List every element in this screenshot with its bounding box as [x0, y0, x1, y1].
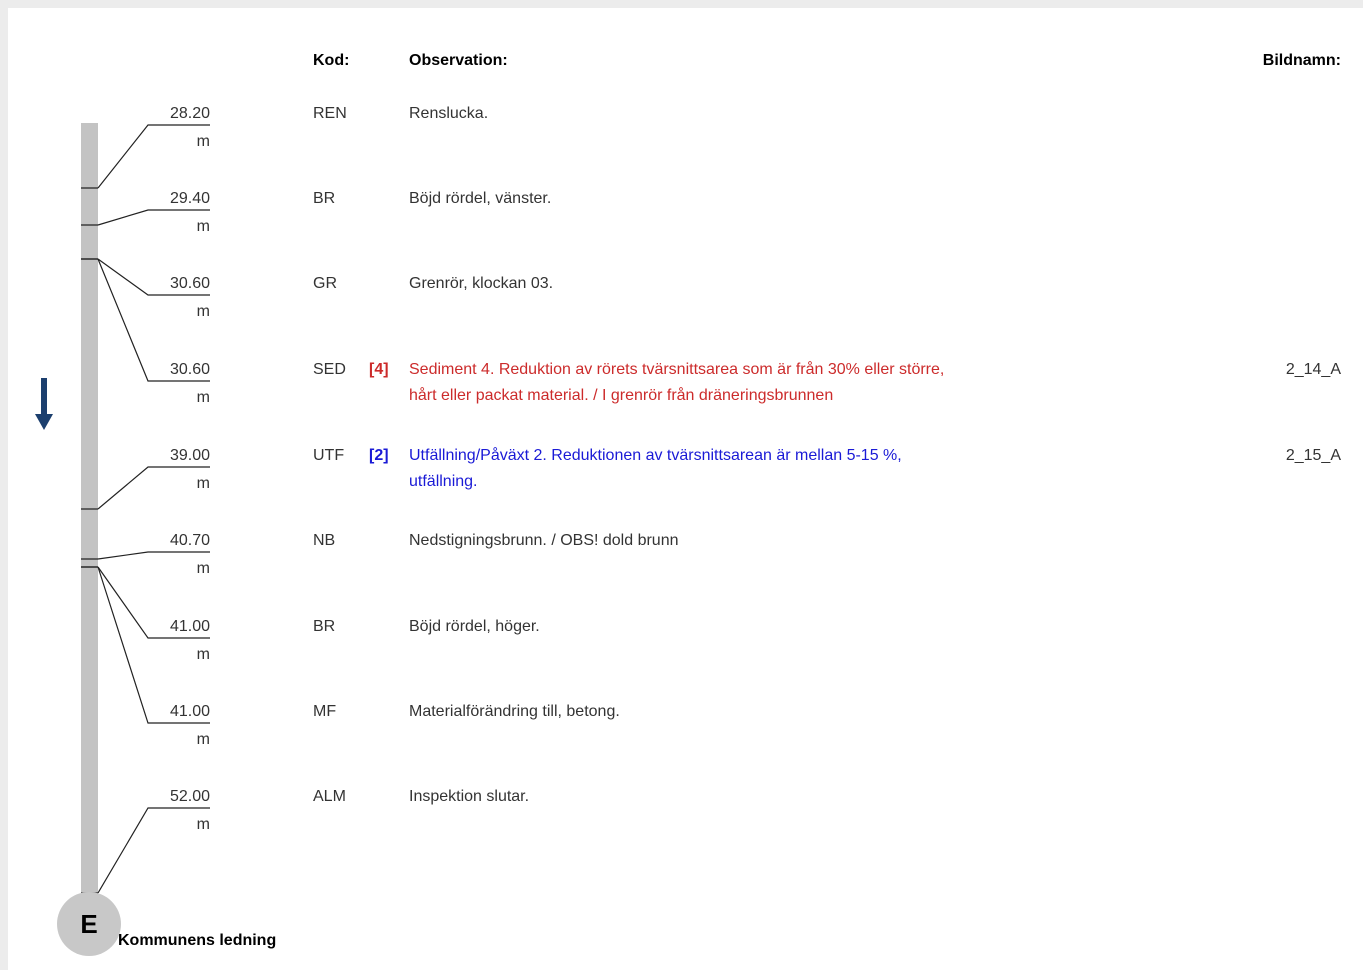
observation-row: 52.00 m ALM Inspektion slutar.	[0, 787, 1363, 847]
observation-row: 29.40 m BR Böjd rördel, vänster.	[0, 189, 1363, 249]
observation-code: BR	[313, 618, 336, 635]
observation-row: 41.00 m BR Böjd rördel, höger.	[0, 617, 1363, 677]
severity-grade: [4]	[369, 361, 389, 378]
observation-text: Böjd rördel, vänster.	[409, 190, 552, 207]
image-name[interactable]: 2_14_A	[1286, 360, 1341, 380]
observation-code: SED	[313, 361, 346, 378]
observation-text: Inspektion slutar.	[409, 788, 530, 805]
observation-text: Utfällning/Påväxt 2. Reduktionen av tvär…	[409, 447, 902, 490]
distance-unit: m	[196, 475, 210, 492]
observation-text: Grenrör, klockan 03.	[409, 275, 554, 292]
observation-code: REN	[313, 105, 347, 122]
observation-code: ALM	[313, 788, 346, 805]
observation-text: Böjd rördel, höger.	[409, 618, 540, 635]
distance-unit: m	[196, 303, 210, 320]
observation-row: 39.00 m UTF [2] Utfällning/Påväxt 2. Redukti…	[0, 446, 1363, 506]
image-name[interactable]: 2_15_A	[1286, 446, 1341, 466]
observation-row: 30.60 m SED [4] Sediment 4. Reduktion av rör…	[0, 360, 1363, 420]
severity-grade: [2]	[369, 447, 389, 464]
end-node-badge: E	[57, 892, 121, 956]
observation-code: MF	[313, 703, 337, 720]
end-node-letter: E	[80, 908, 98, 939]
distance-unit: m	[196, 560, 210, 577]
observation-text: Materialförändring till, betong.	[409, 703, 620, 720]
distance-unit: m	[196, 646, 210, 663]
observation-code: BR	[313, 190, 336, 207]
distance-unit: m	[196, 389, 210, 406]
distance-unit: m	[196, 218, 210, 235]
distance-value: 28.20	[169, 105, 210, 122]
observation-text: Nedstigningsbrunn. / OBS! dold brunn	[409, 532, 679, 549]
observation-code: UTF	[313, 447, 345, 464]
observation-row: 30.60 m GR Grenrör, klockan 03.	[0, 274, 1363, 334]
observation-text: Renslucka.	[409, 105, 489, 122]
observation-code: GR	[313, 275, 337, 292]
end-node-label: Kommunens ledning	[118, 932, 277, 949]
observation-code: NB	[313, 532, 336, 549]
distance-unit: m	[196, 133, 210, 150]
distance-value: 30.60	[169, 361, 210, 378]
distance-value: 41.00	[169, 703, 210, 720]
distance-value: 29.40	[169, 190, 210, 207]
observation-row: 40.70 m NB Nedstigningsbrunn. / OBS! dold b…	[0, 531, 1363, 591]
distance-value: 40.70	[169, 532, 210, 549]
distance-value: 41.00	[169, 618, 210, 635]
observation-row: 28.20 m REN Renslucka.	[0, 104, 1363, 164]
observation-row: 41.00 m MF Materialförändring till, betong.	[0, 702, 1363, 762]
distance-value: 30.60	[169, 275, 210, 292]
distance-unit: m	[196, 816, 210, 833]
distance-value: 39.00	[169, 447, 210, 464]
distance-unit: m	[196, 731, 210, 748]
observation-text: Sediment 4. Reduktion av rörets tvärsnit…	[409, 361, 945, 404]
distance-value: 52.00	[169, 788, 210, 805]
